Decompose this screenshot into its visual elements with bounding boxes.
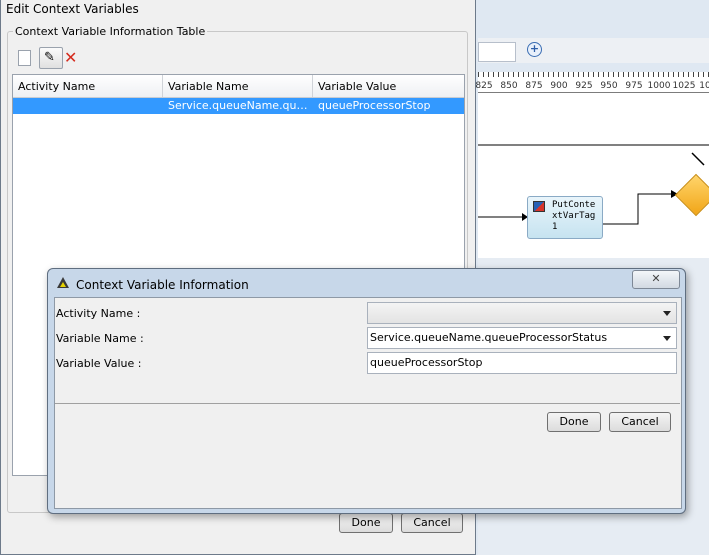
activity-name-label: Activity Name : — [56, 307, 141, 320]
ruler-labels: 825 850 875 900 925 950 975 1000 1025 10 — [475, 81, 709, 92]
variable-name-dropdown[interactable]: Service.queueName.queueProcessorStatus — [367, 327, 677, 349]
divider — [55, 403, 680, 404]
variable-name-value: Service.queueName.queueProcessorStatus — [370, 331, 608, 344]
cell-value: queueProcessorStop — [318, 99, 431, 112]
zoom-level-field[interactable] — [478, 42, 516, 62]
variable-value-label: Variable Value : — [56, 357, 142, 370]
ruler-label: 900 — [550, 81, 568, 91]
cancel-button[interactable]: Cancel — [401, 513, 463, 533]
dialog-title: Edit Context Variables — [6, 2, 139, 16]
close-button[interactable]: ✕ — [632, 270, 680, 289]
table-row[interactable]: Service.queueName.queueProcessorStatus q… — [13, 98, 464, 114]
edit-button[interactable]: ✎ — [39, 47, 63, 69]
done-button[interactable]: Done — [339, 513, 393, 533]
column-header-value[interactable]: Variable Value — [313, 75, 464, 97]
zoom-in-icon[interactable]: + — [527, 42, 542, 57]
activity-name-dropdown[interactable] — [367, 302, 677, 324]
new-document-icon[interactable] — [18, 50, 31, 66]
cancel-button[interactable]: Cancel — [609, 412, 671, 432]
cell-activity — [13, 98, 163, 114]
variable-name-label: Variable Name : — [56, 332, 144, 345]
ruler-label: 925 — [575, 81, 593, 91]
task-flag-icon — [533, 201, 545, 212]
ruler-label: 825 — [475, 81, 493, 91]
dialog-title: Context Variable Information — [76, 278, 249, 292]
ruler-label: 10 — [699, 81, 709, 91]
warning-icon-fill — [60, 282, 66, 287]
ruler-label: 875 — [525, 81, 543, 91]
done-button[interactable]: Done — [547, 412, 601, 432]
ruler-label: 950 — [600, 81, 618, 91]
group-title: Context Variable Information Table — [13, 25, 208, 38]
variable-value-input[interactable]: queueProcessorStop — [367, 352, 677, 374]
chevron-down-icon — [663, 336, 671, 341]
cell-variable: Service.queueName.queueProcessorStatus — [168, 99, 313, 112]
edit-pencil-icon: ✎ — [44, 50, 55, 65]
put-context-var-task-node[interactable]: PutContextVarTag1 — [527, 196, 603, 239]
ruler-label: 1000 — [647, 81, 671, 91]
ruler-label: 850 — [500, 81, 518, 91]
task-node-label: PutContextVarTag1 — [552, 200, 596, 232]
variable-value-text: queueProcessorStop — [370, 356, 483, 369]
column-header-activity[interactable]: Activity Name — [13, 75, 163, 97]
ruler-label: 975 — [625, 81, 643, 91]
chevron-down-icon — [663, 311, 671, 316]
ruler-label: 1025 — [672, 81, 696, 91]
table-header: Activity Name Variable Name Variable Val… — [13, 75, 464, 98]
column-header-variable[interactable]: Variable Name — [163, 75, 313, 97]
delete-icon[interactable]: ✕ — [64, 48, 77, 67]
